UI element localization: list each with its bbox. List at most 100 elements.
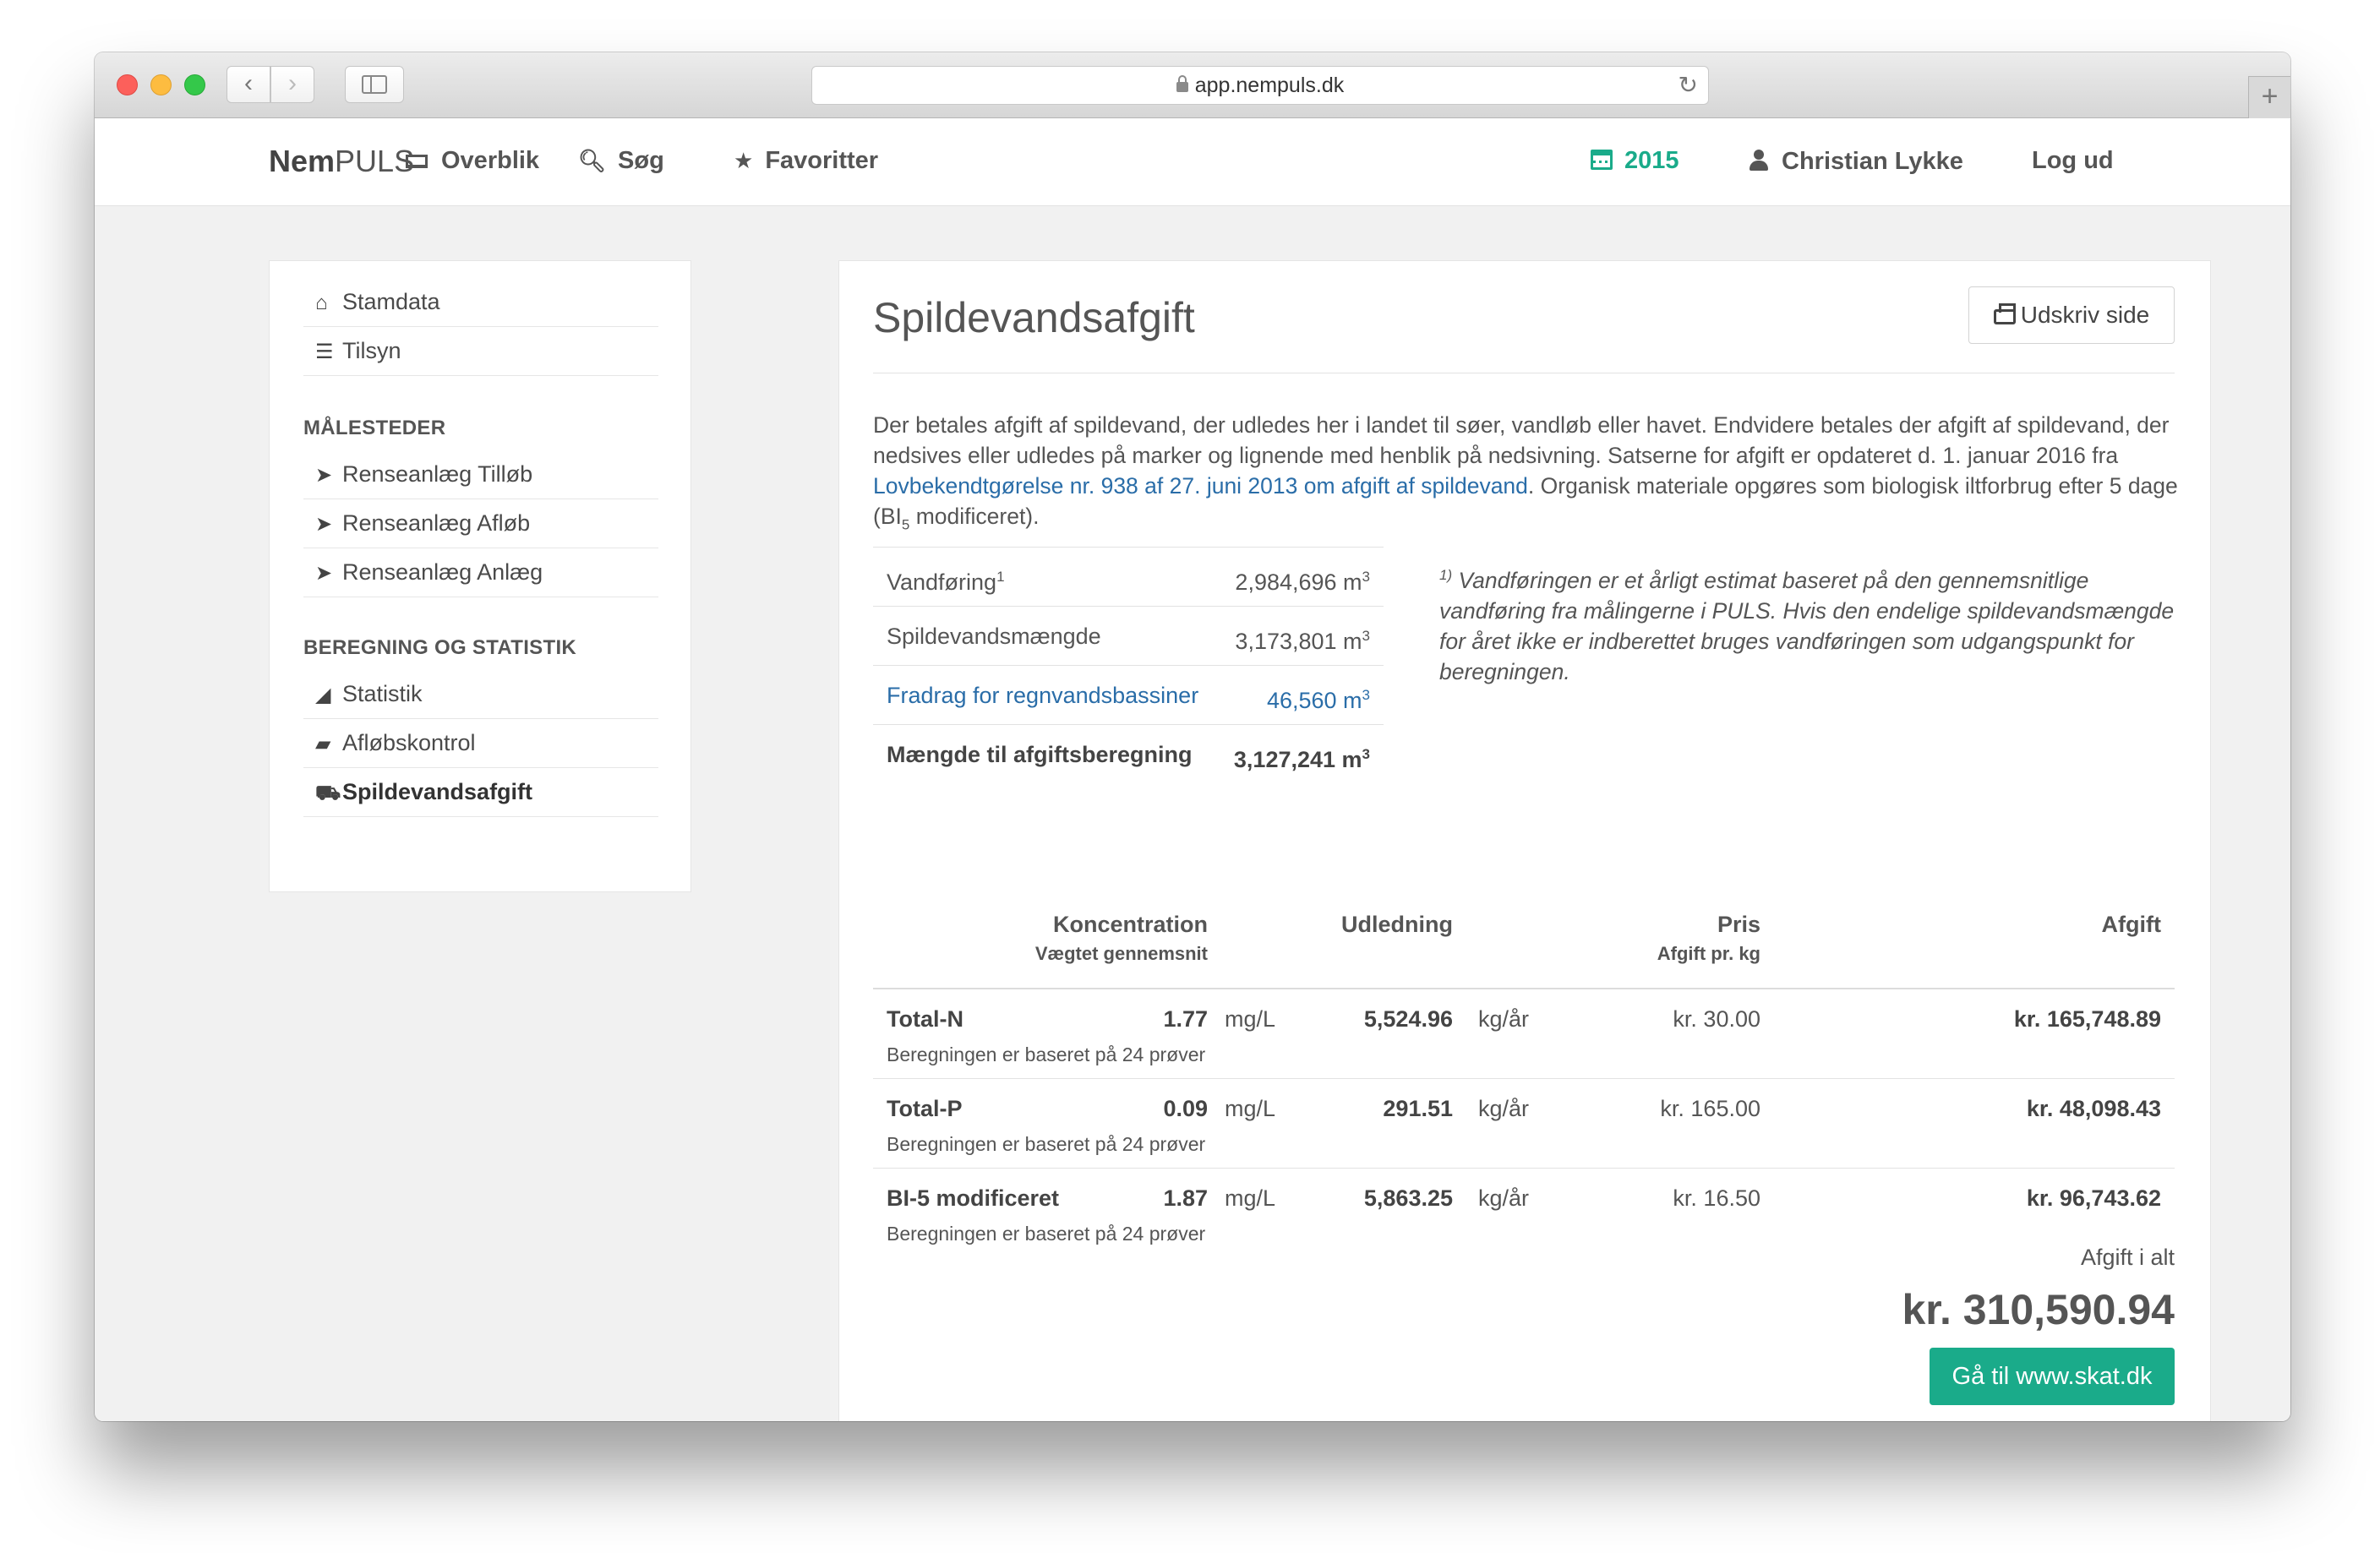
star-icon: ★ — [734, 148, 754, 173]
brand-bold: Nem — [269, 144, 336, 178]
print-button[interactable]: Udskriv side — [1968, 286, 2175, 344]
volume-label-text: Vandføring — [887, 569, 997, 595]
page-content: ⌂ Stamdata ☰ Tilsyn MÅLESTEDER ➤ Renseanlæg… — [95, 206, 2290, 1421]
nav-overview[interactable]: Overblik — [406, 147, 539, 175]
fee-note: Beregningen er baseret på 24 prøver — [887, 1223, 1206, 1245]
minimize-window-button[interactable] — [150, 74, 172, 95]
volume-value[interactable]: 46,560 m3 — [1267, 666, 1370, 730]
intro-subscript: 5 — [901, 516, 910, 533]
sidebar-item-label: Spildevandsafgift — [342, 779, 533, 804]
volume-row-vandfoering: Vandføring1 2,984,696 m3 — [873, 547, 1384, 606]
app-navbar: NemPULS Overblik 🔍︎ Søg ★ Favoritter 2015 … — [95, 118, 2290, 206]
fee-concentration: 0.09 — [1163, 1096, 1208, 1121]
sidebar-item-afloebskontrol[interactable]: ▰ Afløbskontrol — [303, 719, 658, 768]
sidebar-item-renseanlaeg-tilloeb[interactable]: ➤ Renseanlæg Tilløb — [303, 450, 658, 499]
location-arrow-icon: ➤ — [315, 513, 333, 536]
intro-text: Der betales afgift af spildevand, der ud… — [873, 410, 2178, 540]
sidebar-item-label: Renseanlæg Anlæg — [342, 559, 543, 585]
skat-button[interactable]: Gå til www.skat.dk — [1930, 1348, 2175, 1405]
fee-note: Beregningen er baseret på 24 prøver — [887, 1133, 1206, 1155]
zoom-window-button[interactable] — [184, 74, 205, 95]
fee-price: kr. 30.00 — [1673, 1006, 1760, 1032]
nav-favorites-label: Favoritter — [765, 147, 879, 174]
unit-superscript: 3 — [1362, 746, 1370, 762]
fradrag-link[interactable]: Fradrag for regnvandsbassiner — [887, 666, 1198, 725]
sidebar-item-label: Afløbskontrol — [342, 730, 476, 755]
new-tab-button[interactable]: + — [2248, 76, 2290, 118]
footnote: 1) Vandføringen er et årligt estimat bas… — [1439, 560, 2183, 687]
user-icon — [1750, 150, 1768, 172]
sidebar-item-tilsyn[interactable]: ☰ Tilsyn — [303, 327, 658, 376]
volume-value: 3,127,241 m3 — [1234, 725, 1370, 789]
volume-value-text: 2,984,696 m — [1235, 569, 1362, 595]
nav-favorites[interactable]: ★ Favoritter — [734, 147, 878, 175]
nav-logout[interactable]: Log ud — [2032, 147, 2114, 175]
section-heading-beregning: BEREGNING OG STATISTIK — [303, 636, 577, 659]
sidebar-item-stamdata[interactable]: ⌂ Stamdata — [303, 278, 658, 327]
nav-user[interactable]: Christian Lykke — [1750, 147, 1963, 176]
volume-row-spildevandsmaengde: Spildevandsmængde 3,173,801 m3 — [873, 606, 1384, 665]
laptop-icon — [406, 155, 428, 168]
fee-note: Beregningen er baseret på 24 prøver — [887, 1044, 1206, 1065]
volume-label: Spildevandsmængde — [887, 624, 1101, 649]
sidebar-item-renseanlaeg-afloeb[interactable]: ➤ Renseanlæg Afløb — [303, 499, 658, 548]
footnote-marker: 1) — [1439, 567, 1453, 583]
close-window-button[interactable] — [117, 74, 138, 95]
url-text: app.nempuls.dk — [1194, 74, 1345, 97]
fee-concentration-unit: mg/L — [1225, 1006, 1276, 1032]
fee-name: BI-5 modificeret — [887, 1185, 1060, 1211]
unit-superscript: 3 — [1362, 569, 1370, 585]
brand-logo[interactable]: NemPULS — [269, 144, 414, 179]
calendar-icon — [1591, 150, 1613, 170]
law-link[interactable]: Lovbekendtgørelse nr. 938 af 27. juni 20… — [873, 473, 1528, 499]
fee-amount: kr. 48,098.43 — [2026, 1096, 2161, 1121]
fee-concentration-unit: mg/L — [1225, 1096, 1276, 1121]
fee-name: Total-P — [887, 1096, 963, 1121]
address-bar[interactable]: app.nempuls.dk ↻ — [811, 66, 1709, 105]
location-arrow-icon: ➤ — [315, 464, 333, 487]
volume-value-text: 3,173,801 m — [1235, 629, 1362, 654]
sidebar-item-label: Renseanlæg Tilløb — [342, 461, 533, 487]
volume-row-total: Mængde til afgiftsberegning 3,127,241 m3 — [873, 724, 1384, 783]
fee-concentration: 1.77 — [1163, 1006, 1208, 1032]
fee-row-total-n: Total-N Beregningen er baseret på 24 prø… — [873, 989, 2175, 1079]
volume-value-text: 3,127,241 m — [1233, 747, 1362, 772]
sidebar-toggle-button[interactable] — [345, 66, 404, 103]
fee-discharge: 5,863.25 — [1363, 1185, 1453, 1211]
list-icon: ☰ — [315, 341, 334, 363]
print-icon — [1993, 303, 2016, 324]
header-concentration-sub: Vægtet gennemsnit — [1034, 943, 1208, 964]
sidebar-menu: ⌂ Stamdata ☰ Tilsyn MÅLESTEDER ➤ Renseanlæg… — [269, 260, 691, 892]
fee-table-header: Koncentration Vægtet gennemsnit Udlednin… — [873, 912, 2175, 989]
fee-discharge: 291.51 — [1383, 1096, 1453, 1121]
forward-button[interactable]: › — [270, 66, 314, 103]
sidebar-item-label: Statistik — [342, 681, 423, 706]
total-value: kr. 310,590.94 — [1902, 1286, 2175, 1333]
header-discharge-label: Udledning — [1341, 912, 1453, 937]
volume-label: Vandføring1 — [887, 548, 1005, 612]
section-heading-malesteder: MÅLESTEDER — [303, 417, 446, 439]
reload-icon[interactable]: ↻ — [1679, 67, 1698, 104]
sidebar-item-statistik[interactable]: ◢ Statistik — [303, 670, 658, 719]
sidebar-item-label: Renseanlæg Afløb — [342, 510, 531, 536]
fee-concentration: 1.87 — [1163, 1185, 1208, 1211]
page-title: Spildevandsafgift — [873, 294, 1195, 341]
header-price-label: Pris — [1717, 912, 1760, 937]
fee-name: Total-N — [887, 1006, 963, 1032]
volume-row-fradrag[interactable]: Fradrag for regnvandsbassiner 46,560 m3 — [873, 665, 1384, 724]
fee-discharge-unit: kg/år — [1478, 1006, 1530, 1032]
volume-label: Mængde til afgiftsberegning — [887, 742, 1193, 767]
nav-user-label: Christian Lykke — [1782, 148, 1963, 175]
sidebar-item-spildevandsafgift[interactable]: ⛟Spildevandsafgift — [303, 768, 658, 817]
header-concentration: Koncentration Vægtet gennemsnit — [954, 912, 1208, 965]
footnote-marker: 1 — [996, 569, 1005, 585]
volume-value: 2,984,696 m3 — [1235, 548, 1370, 612]
nav-search[interactable]: 🔍︎ Søg — [578, 147, 664, 175]
header-discharge: Udledning — [1284, 912, 1453, 938]
header-fee: Afgift — [1975, 912, 2161, 938]
back-button[interactable]: ‹ — [227, 66, 270, 103]
brand-rest: PULS — [335, 144, 415, 178]
nav-year[interactable]: 2015 — [1591, 147, 1679, 175]
sidebar-item-renseanlaeg-anlaeg[interactable]: ➤ Renseanlæg Anlæg — [303, 548, 658, 597]
fee-row-bi5: BI-5 modificeret Beregningen er baseret … — [873, 1169, 2175, 1258]
